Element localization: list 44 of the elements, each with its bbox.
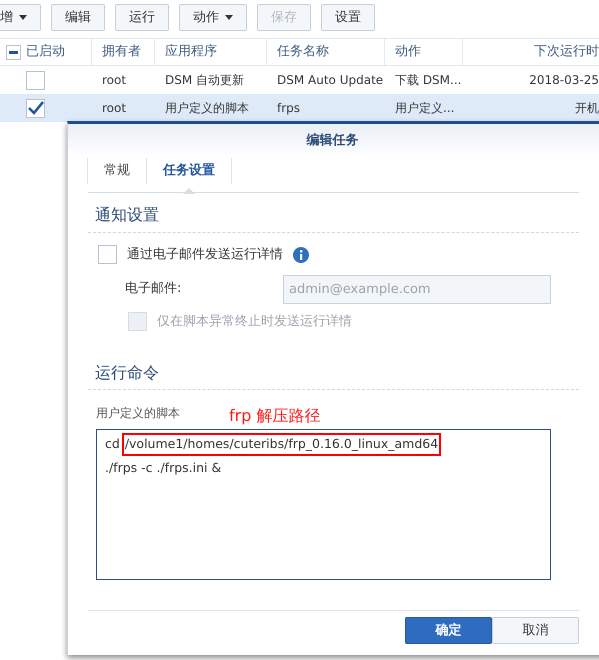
column-header[interactable]: 拥有者 (102, 42, 141, 62)
toolbar-button[interactable]: 运行 (115, 4, 169, 31)
column-header[interactable]: 下次运行时 (534, 42, 599, 62)
column-header[interactable]: 动作 (395, 42, 421, 62)
section-heading: 运行命令 (94, 363, 159, 382)
checkbox[interactable] (26, 70, 45, 90)
table-cell-text: root (102, 72, 126, 89)
dialog-button[interactable]: 取消 (492, 617, 579, 644)
column-header[interactable]: 已启动 (26, 42, 65, 62)
script-line: ./frps -c ./frps.ini & (105, 459, 222, 478)
checkbox-label: 仅在脚本异常终止时发送运行详情 (157, 312, 352, 330)
table-cell-text: DSM 自动更新 (165, 72, 244, 89)
script-field[interactable]: cd /volume1/homes/cuteribs/frp_0.16.0_linux_amd64 ./frps -c ./frps.ini & (96, 429, 551, 580)
checkbox[interactable] (98, 245, 117, 264)
annotation-text: frp 解压路径 (229, 408, 320, 424)
column-header[interactable]: 任务名称 (277, 42, 329, 62)
checkbox-label: 通过电子邮件发送运行详情 (127, 246, 283, 264)
tab[interactable]: 常规 (87, 158, 147, 184)
table-cell-text: 2018-03-25 (529, 72, 599, 89)
table-cell-text: frps (277, 100, 300, 117)
dialog-button[interactable]: 确定 (405, 617, 492, 644)
column-header[interactable]: 应用程序 (165, 42, 217, 62)
table-cell-text: root (102, 100, 126, 117)
checkmark-icon (28, 101, 44, 115)
field-label: 电子邮件: (125, 280, 182, 298)
toolbar-button[interactable]: 增 (0, 4, 41, 31)
table-cell-text: 开机 (575, 100, 599, 117)
tab[interactable]: 任务设置 (146, 158, 232, 184)
table-cell-text: 用户定义的脚本 (165, 100, 249, 117)
info-icon[interactable] (293, 246, 309, 263)
toolbar-button[interactable]: 编辑 (51, 4, 105, 31)
checkbox[interactable] (26, 98, 45, 118)
script-line: cd (105, 435, 120, 454)
table-cell-text: 下载 DSM... (395, 72, 462, 89)
field-label: 用户定义的脚本 (96, 405, 181, 422)
table-cell-text: DSM Auto Update (277, 72, 384, 89)
toolbar-button[interactable]: 动作 (179, 4, 247, 31)
table-cell-text: 用户定义... (395, 100, 454, 117)
select-all-checkbox[interactable] (6, 44, 20, 60)
section-heading: 通知设置 (94, 205, 159, 224)
toolbar-button[interactable]: 设置 (321, 4, 375, 31)
table-row[interactable]: root 用户定义的脚本 frps 用户定义... 开机 (0, 94, 599, 122)
highlighted-path: /volume1/homes/cuteribs/frp_0.16.0_linux_amd64 (122, 433, 442, 456)
dialog-title: 编辑任务 (306, 132, 360, 150)
